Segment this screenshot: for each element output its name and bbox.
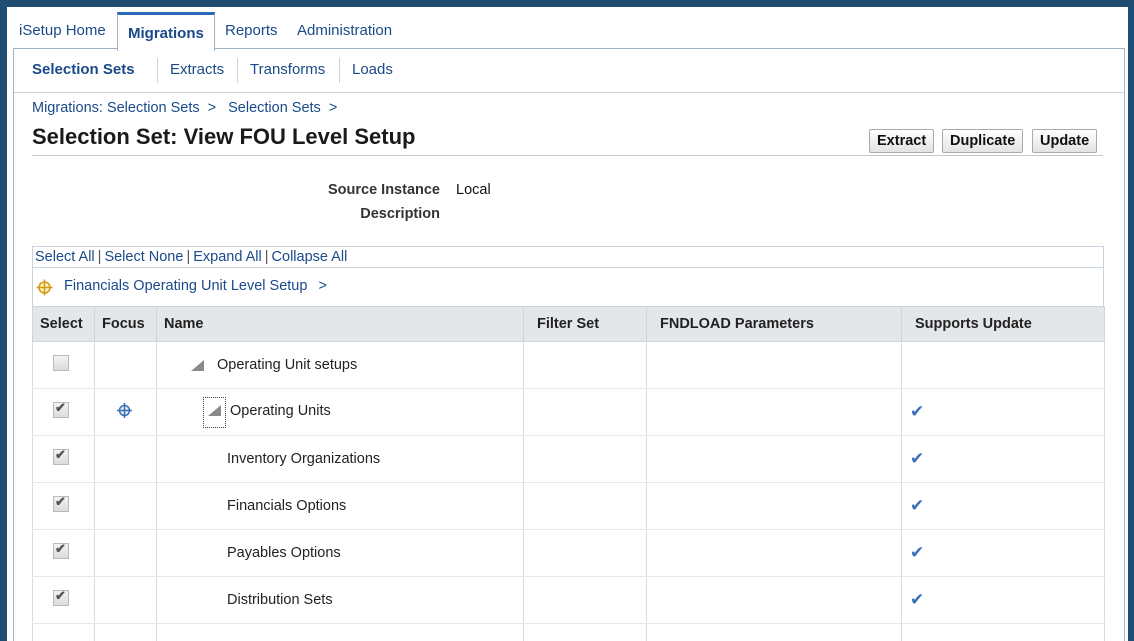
content-area: Selection Sets Extracts Transforms Loads… <box>13 48 1125 641</box>
source-instance-value: Local <box>456 182 491 198</box>
column-header-supports-update: Supports Update <box>901 306 1105 342</box>
source-instance-label: Source Instance <box>327 182 440 198</box>
row-select-checkbox[interactable]: ✔ <box>53 588 69 606</box>
subtab-divider <box>237 58 238 83</box>
row-name: Operating Unit setups <box>217 357 358 373</box>
row-name: Payables Options <box>227 545 341 561</box>
supports-update-check-icon: ✔ <box>910 543 925 562</box>
application-window: iSetup Home Migrations Reports Administr… <box>7 7 1128 641</box>
row-select-checkbox[interactable]: ✔ <box>53 494 69 512</box>
subtab-divider <box>339 58 340 83</box>
subtab-selection-sets[interactable]: Selection Sets <box>32 61 135 78</box>
table-row: ✔ Distribution Sets ✔ <box>32 576 1105 624</box>
focus-crosshair-icon[interactable] <box>116 402 133 419</box>
subtab-extracts[interactable]: Extracts <box>170 61 224 78</box>
row-name: Operating Units <box>230 402 331 419</box>
update-button[interactable]: Update <box>1032 129 1098 153</box>
focus-path-bar: Financials Operating Unit Level Setup > <box>32 267 1104 307</box>
table-row: ✔ Payables Options ✔ <box>32 529 1105 577</box>
collapse-triangle-icon[interactable] <box>191 359 204 371</box>
breadcrumb-migrations-selection-sets[interactable]: Migrations: Selection Sets <box>32 100 200 116</box>
sub-tabs: Selection Sets Extracts Transforms Loads <box>14 49 1124 93</box>
collapse-triangle-button[interactable] <box>203 396 226 428</box>
focus-path-link[interactable]: Financials Operating Unit Level Setup > <box>64 278 327 294</box>
extract-button[interactable]: Extract <box>869 129 935 153</box>
breadcrumb-separator: > <box>207 100 217 116</box>
subtab-divider <box>157 58 158 83</box>
tab-reports[interactable]: Reports <box>219 18 284 49</box>
table-row: ✔ Financials Options ✔ <box>32 482 1105 530</box>
supports-update-check-icon: ✔ <box>910 402 925 421</box>
collapse-triangle-icon <box>208 405 221 417</box>
collapse-all-link[interactable]: Collapse All <box>272 249 348 265</box>
expand-all-link[interactable]: Expand All <box>193 249 262 265</box>
tab-isetup-home[interactable]: iSetup Home <box>13 18 112 49</box>
focus-path-separator: > <box>318 278 327 294</box>
column-header-name: Name <box>156 306 524 342</box>
title-divider <box>32 155 1103 156</box>
subtab-transforms[interactable]: Transforms <box>250 61 325 78</box>
page-title: Selection Set: View FOU Level Setup <box>32 124 416 149</box>
focus-path-label: Financials Operating Unit Level Setup <box>64 278 308 294</box>
table-header-row: Select Focus Name Filter Set FNDLOAD Par… <box>32 306 1105 342</box>
row-select-checkbox[interactable]: ✔ <box>53 541 69 559</box>
row-name: Distribution Sets <box>227 592 333 608</box>
select-none-link[interactable]: Select None <box>104 249 183 265</box>
breadcrumb: Migrations: Selection Sets > Selection Set… <box>32 100 349 116</box>
selection-set-table: Select Focus Name Filter Set FNDLOAD Par… <box>32 306 1105 641</box>
tab-migrations[interactable]: Migrations <box>117 12 215 51</box>
duplicate-button[interactable]: Duplicate <box>942 129 1024 153</box>
breadcrumb-separator: > <box>328 100 338 116</box>
description-label: Description <box>360 206 440 222</box>
table-actions-bar: Select All | Select None | Expand All | Collap… <box>32 246 1104 267</box>
subtab-loads[interactable]: Loads <box>352 61 393 78</box>
row-name: Inventory Organizations <box>227 451 381 467</box>
column-header-focus: Focus <box>94 306 157 342</box>
breadcrumb-selection-sets[interactable]: Selection Sets <box>228 100 321 116</box>
table-row: ✔ Operating Units ✔ <box>32 388 1105 436</box>
focus-crosshair-icon[interactable] <box>36 279 53 296</box>
table-row: ✔ Inventory Organizations ✔ <box>32 435 1105 483</box>
supports-update-check-icon: ✔ <box>910 449 925 468</box>
row-select-checkbox[interactable]: ✔ <box>53 447 69 465</box>
table-row: Operating Unit setups <box>32 341 1105 389</box>
column-header-select: Select <box>32 306 95 342</box>
column-header-filter-set: Filter Set <box>523 306 647 342</box>
supports-update-check-icon: ✔ <box>910 496 925 515</box>
table-row <box>32 623 1105 641</box>
column-header-fndload-parameters: FNDLOAD Parameters <box>646 306 902 342</box>
row-name: Financials Options <box>227 498 347 514</box>
main-tabs: iSetup Home Migrations Reports Administr… <box>13 12 1128 51</box>
select-all-link[interactable]: Select All <box>35 249 95 265</box>
row-select-checkbox[interactable]: ✔ <box>53 400 69 418</box>
tab-administration[interactable]: Administration <box>291 18 398 49</box>
supports-update-check-icon: ✔ <box>910 590 925 609</box>
row-select-checkbox[interactable] <box>53 355 69 371</box>
